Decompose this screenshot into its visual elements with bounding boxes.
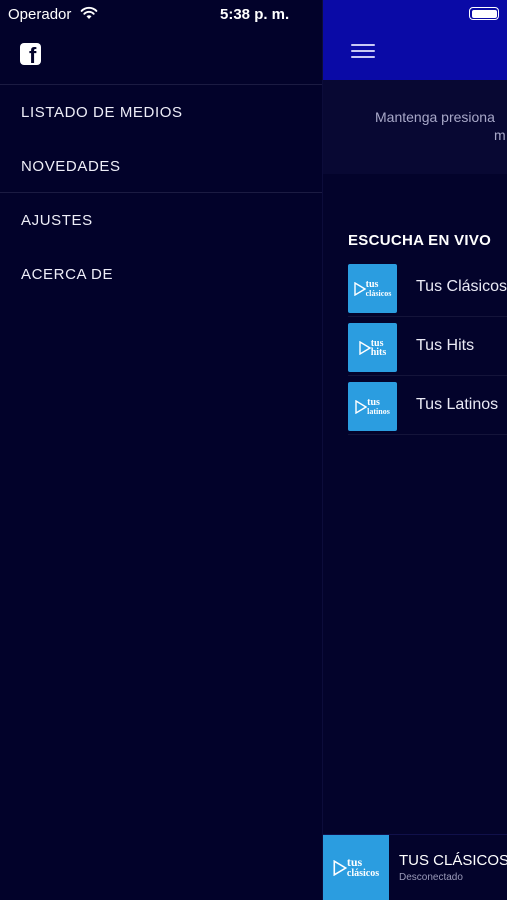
- player-status: Desconectado: [399, 872, 463, 883]
- hint-text: Mantenga presiona: [375, 109, 495, 125]
- play-icon: [353, 281, 366, 296]
- menu-item-ajustes[interactable]: AJUSTES: [21, 212, 93, 229]
- hint-text-continued: m: [494, 127, 506, 143]
- logo-text-bottom: hits: [370, 346, 387, 358]
- logo-text-bottom: clásicos: [346, 868, 380, 879]
- facebook-icon[interactable]: f: [20, 43, 41, 65]
- station-name: Tus Latinos: [416, 396, 499, 413]
- player-logo: tus clásicos: [323, 835, 389, 900]
- logo-text-bottom: clásicos: [365, 288, 392, 298]
- status-bar: Operador 5:38 p. m.: [0, 0, 323, 28]
- logo-text-top: tus: [365, 278, 379, 290]
- status-time: 5:38 p. m.: [220, 6, 290, 23]
- main-content: Mantenga presiona m ESCUCHA EN VIVO tus …: [323, 0, 507, 900]
- station-item-tus-clasicos[interactable]: tus clásicos Tus Clásicos: [348, 258, 507, 317]
- station-item-tus-latinos[interactable]: tus latinos Tus Latinos: [348, 376, 507, 435]
- player-title: TUS CLÁSICOS: [399, 852, 507, 869]
- menu-item-listado-de-medios[interactable]: LISTADO DE MEDIOS: [21, 104, 183, 121]
- mini-player[interactable]: tus clásicos TUS CLÁSICOS Desconectado: [323, 834, 507, 900]
- battery-icon: [469, 7, 499, 20]
- station-item-tus-hits[interactable]: tus hits Tus Hits: [348, 317, 507, 376]
- hamburger-menu-icon[interactable]: [351, 44, 375, 60]
- logo-text-top: tus: [367, 396, 380, 408]
- top-bar: [323, 0, 507, 80]
- divider: [0, 192, 323, 193]
- hint-banner: [323, 80, 507, 174]
- station-name: Tus Clásicos: [416, 278, 507, 295]
- logo-text-top: tus: [346, 855, 363, 869]
- section-title: ESCUCHA EN VIVO: [348, 232, 492, 249]
- logo-text-bottom: latinos: [367, 406, 390, 416]
- menu-item-novedades[interactable]: NOVEDADES: [21, 158, 121, 175]
- station-logo: tus latinos: [348, 382, 397, 431]
- play-icon: [359, 340, 371, 355]
- station-name: Tus Hits: [416, 337, 475, 354]
- menu-item-acerca-de[interactable]: ACERCA DE: [21, 266, 113, 283]
- station-logo: tus clásicos: [348, 264, 397, 313]
- station-logo: tus hits: [348, 323, 397, 372]
- side-drawer: Operador 5:38 p. m. f LISTADO DE MEDIOS …: [0, 0, 323, 900]
- play-icon: [355, 399, 368, 414]
- divider: [0, 84, 323, 85]
- drawer-edge: [322, 0, 323, 900]
- carrier-label: Operador: [8, 6, 72, 23]
- play-icon: [333, 860, 347, 876]
- wifi-icon: [80, 6, 98, 19]
